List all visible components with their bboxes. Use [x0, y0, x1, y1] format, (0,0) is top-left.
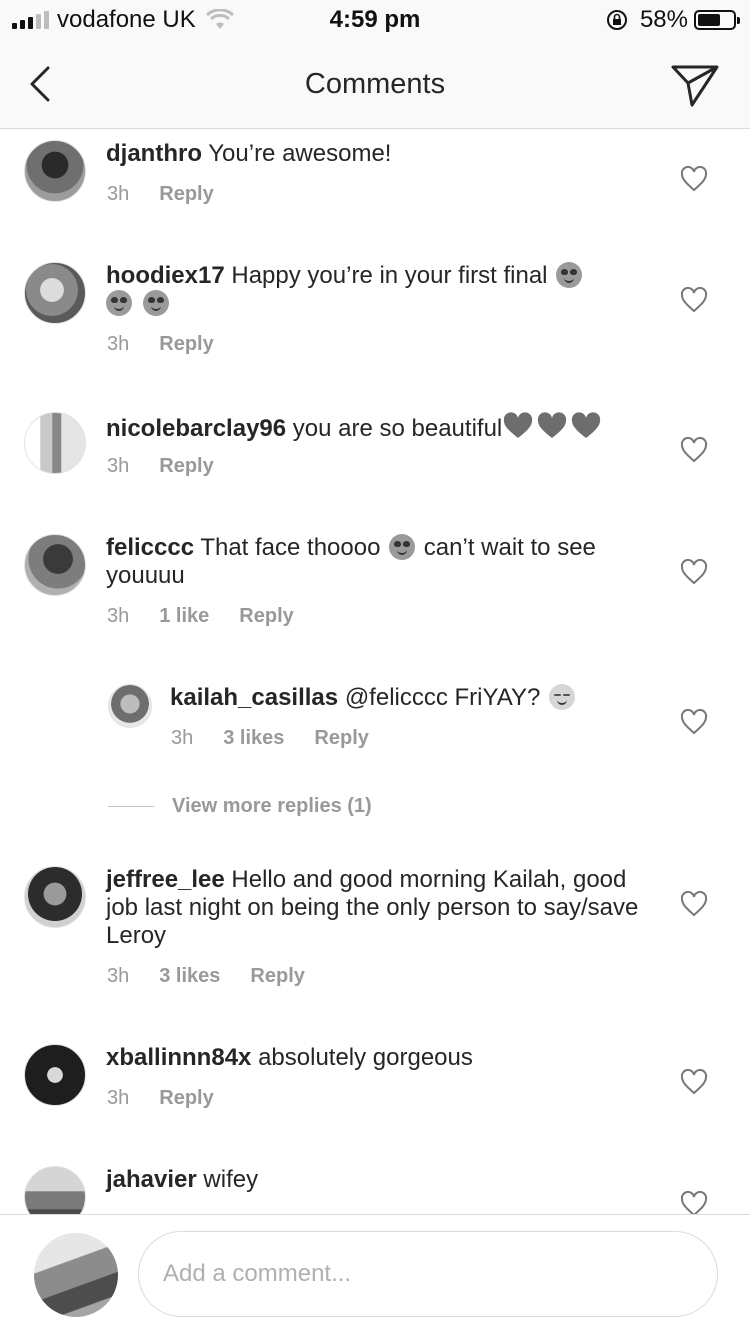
comment-username[interactable]: felicccc [106, 534, 194, 561]
reply-button[interactable]: Reply [159, 1087, 213, 1110]
reply-button[interactable]: Reply [239, 605, 293, 628]
comment-time: 3h [107, 455, 130, 477]
heart-eyes-emoji-icon [106, 290, 132, 316]
comment-username[interactable]: djanthro [106, 140, 202, 167]
comment-text: @felicccc FriYAY? [344, 684, 541, 711]
battery-percent: 58% [639, 6, 688, 33]
avatar[interactable] [24, 412, 86, 474]
comment-composer [0, 1214, 750, 1335]
comment-username[interactable]: jahavier [106, 1166, 197, 1193]
comment-text: You’re awesome! [208, 140, 392, 167]
reply-button[interactable]: Reply [159, 455, 213, 478]
nav-header: Comments [0, 40, 750, 129]
like-heart-icon[interactable] [680, 1191, 708, 1214]
view-more-replies-button[interactable]: View more replies (1) [108, 795, 372, 818]
comment-time: 3h [107, 965, 130, 987]
avatar[interactable] [24, 1166, 86, 1214]
comment-username[interactable]: xballinnn84x [106, 1044, 251, 1071]
reply-button[interactable]: Reply [314, 727, 368, 750]
orientation-lock-icon [606, 10, 627, 30]
like-heart-icon[interactable] [680, 709, 708, 735]
page-title: Comments [304, 68, 446, 100]
comment-time: 3h [107, 605, 130, 627]
comment-username[interactable]: jeffree_lee [106, 866, 225, 893]
reply-button[interactable]: Reply [250, 965, 304, 988]
likes-count[interactable]: 3 likes [159, 965, 220, 988]
comment-time: 3h [107, 333, 130, 355]
like-heart-icon[interactable] [680, 1069, 708, 1095]
comment-time: 3h [107, 183, 130, 205]
comment-list[interactable]: djanthro You’re awesome! 3h Reply hoodie… [0, 129, 750, 1214]
view-more-replies-label: View more replies (1) [172, 795, 372, 817]
comment-text: you are so beautiful [292, 415, 503, 442]
comment-text: wifey [203, 1166, 259, 1193]
avatar[interactable] [24, 866, 86, 928]
comment-text: That face thoooo [200, 534, 381, 561]
avatar[interactable] [24, 534, 86, 596]
heart-eyes-emoji-icon [142, 290, 169, 316]
like-heart-icon[interactable] [680, 891, 708, 917]
like-heart-icon[interactable] [680, 559, 708, 585]
paper-plane-icon[interactable] [670, 62, 720, 108]
relieved-emoji-icon [549, 684, 575, 710]
likes-count[interactable]: 3 likes [223, 727, 284, 750]
like-heart-icon[interactable] [680, 287, 708, 313]
comment-username[interactable]: nicolebarclay96 [106, 415, 286, 442]
like-heart-icon[interactable] [680, 437, 708, 463]
battery-icon [694, 10, 740, 30]
grey-hearts-emoji-icon [504, 412, 601, 438]
comment-text: Happy you’re in your first final [231, 262, 548, 289]
avatar[interactable] [24, 262, 86, 324]
comment-time: 3h [107, 1087, 130, 1109]
comment-time: 3h [171, 727, 194, 749]
comment-text: absolutely gorgeous [258, 1044, 473, 1071]
heart-eyes-emoji-icon [389, 534, 416, 560]
like-heart-icon[interactable] [680, 166, 708, 192]
reply-button[interactable]: Reply [159, 183, 213, 206]
heart-eyes-emoji-icon [556, 262, 583, 288]
reply-button[interactable]: Reply [159, 333, 213, 356]
avatar[interactable] [24, 140, 86, 202]
current-user-avatar [34, 1233, 118, 1317]
comment-username[interactable]: kailah_casillas [170, 684, 338, 711]
avatar[interactable] [108, 684, 152, 728]
divider [108, 806, 154, 807]
comment-username[interactable]: hoodiex17 [106, 262, 225, 289]
likes-count[interactable]: 1 like [159, 605, 209, 628]
add-comment-input[interactable] [138, 1231, 718, 1317]
status-bar: vodafone UK 4:59 pm 58% [0, 0, 750, 40]
avatar[interactable] [24, 1044, 86, 1106]
